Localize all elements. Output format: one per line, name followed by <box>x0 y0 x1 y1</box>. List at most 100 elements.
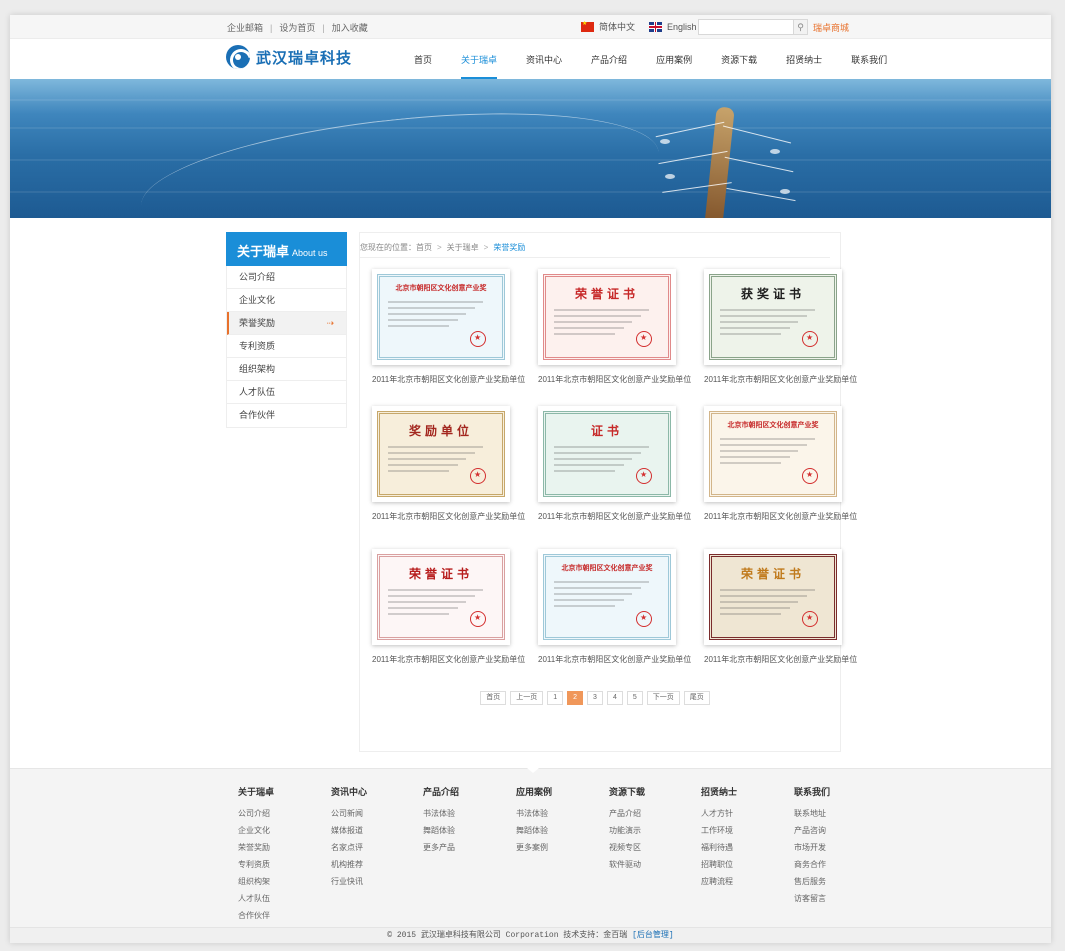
footer-link[interactable]: 商务合作 <box>794 859 830 870</box>
nav-news[interactable]: 资讯中心 <box>526 53 562 66</box>
lang-english[interactable]: English <box>649 21 697 32</box>
certificate-card[interactable]: 荣誉证书 2011年北京市朝阳区文化创意产业奖励单位 <box>538 269 691 385</box>
footer-link[interactable]: 更多产品 <box>423 842 459 853</box>
footer-link[interactable]: 访客留言 <box>794 893 830 904</box>
top-link-mail[interactable]: 企业邮箱 <box>227 21 263 34</box>
footer-link[interactable]: 书法体验 <box>516 808 552 819</box>
sidebar-item-patents[interactable]: 专利资质 <box>227 335 346 358</box>
footer-link[interactable]: 合作伙伴 <box>238 910 274 921</box>
sidebar-item-company-intro[interactable]: 公司介绍 <box>227 266 346 289</box>
footer-link[interactable]: 市场开发 <box>794 842 830 853</box>
certificate-image[interactable]: 荣誉证书 <box>704 549 842 645</box>
footer-link[interactable]: 舞蹈体验 <box>516 825 552 836</box>
certificate-image[interactable]: 北京市朝阳区文化创意产业奖 <box>538 549 676 645</box>
certificate-card[interactable]: 荣誉证书 2011年北京市朝阳区文化创意产业奖励单位 <box>704 549 857 665</box>
certificate-card[interactable]: 奖励单位 2011年北京市朝阳区文化创意产业奖励单位 <box>372 406 525 522</box>
breadcrumb-home[interactable]: 首页 <box>416 242 432 253</box>
page-last[interactable]: 尾页 <box>683 691 710 705</box>
page-1[interactable]: 1 <box>547 691 564 705</box>
certificate-card[interactable]: 北京市朝阳区文化创意产业奖 2011年北京市朝阳区文化创意产业奖励单位 <box>372 269 525 385</box>
footer-link[interactable]: 企业文化 <box>238 825 274 836</box>
certificate-image[interactable]: 荣誉证书 <box>538 269 676 365</box>
footer-column-title[interactable]: 联系我们 <box>794 785 830 798</box>
footer-link[interactable]: 媒体报道 <box>331 825 367 836</box>
certificate-image[interactable]: 证书 <box>538 406 676 502</box>
nav-products[interactable]: 产品介绍 <box>591 53 627 66</box>
footer-link[interactable]: 功能演示 <box>609 825 645 836</box>
footer-column-title[interactable]: 产品介绍 <box>423 785 459 798</box>
mall-link[interactable]: 瑞卓商城 <box>813 21 849 34</box>
certificate-card[interactable]: 荣誉证书 2011年北京市朝阳区文化创意产业奖励单位 <box>372 549 525 665</box>
footer-link[interactable]: 产品介绍 <box>609 808 645 819</box>
page-next[interactable]: 下一页 <box>646 691 680 705</box>
footer-link[interactable]: 人才方针 <box>701 808 737 819</box>
top-link-bookmark[interactable]: 加入收藏 <box>332 21 368 34</box>
footer-link[interactable]: 行业快讯 <box>331 876 367 887</box>
footer-link[interactable]: 联系地址 <box>794 808 830 819</box>
footer-link[interactable]: 书法体验 <box>423 808 459 819</box>
lang-chinese[interactable]: 简体中文 <box>581 20 635 33</box>
certificate-caption[interactable]: 2011年北京市朝阳区文化创意产业奖励单位 <box>538 654 691 665</box>
page-4[interactable]: 4 <box>606 691 623 705</box>
footer-link[interactable]: 软件驱动 <box>609 859 645 870</box>
footer-link[interactable]: 名家点评 <box>331 842 367 853</box>
certificate-caption[interactable]: 2011年北京市朝阳区文化创意产业奖励单位 <box>704 654 857 665</box>
sidebar-item-honors[interactable]: 荣誉奖励 <box>227 312 346 335</box>
footer-link[interactable]: 招聘职位 <box>701 859 737 870</box>
footer-column-title[interactable]: 资源下载 <box>609 785 645 798</box>
certificate-image[interactable]: 荣誉证书 <box>372 549 510 645</box>
footer-link[interactable]: 公司介绍 <box>238 808 274 819</box>
sidebar-item-partners[interactable]: 合作伙伴 <box>227 404 346 427</box>
footer-link[interactable]: 售后服务 <box>794 876 830 887</box>
sidebar-item-organization[interactable]: 组织架构 <box>227 358 346 381</box>
nav-careers[interactable]: 招贤纳士 <box>786 53 822 66</box>
footer-link[interactable]: 人才队伍 <box>238 893 274 904</box>
certificate-caption[interactable]: 2011年北京市朝阳区文化创意产业奖励单位 <box>372 374 525 385</box>
certificate-caption[interactable]: 2011年北京市朝阳区文化创意产业奖励单位 <box>538 374 691 385</box>
certificate-image[interactable]: 北京市朝阳区文化创意产业奖 <box>372 269 510 365</box>
search-button[interactable]: ⚲ <box>794 19 808 35</box>
page-3[interactable]: 3 <box>587 691 603 705</box>
certificate-card[interactable]: 北京市朝阳区文化创意产业奖 2011年北京市朝阳区文化创意产业奖励单位 <box>538 549 691 665</box>
footer-column-title[interactable]: 应用案例 <box>516 785 552 798</box>
nav-downloads[interactable]: 资源下载 <box>721 53 757 66</box>
certificate-caption[interactable]: 2011年北京市朝阳区文化创意产业奖励单位 <box>372 511 525 522</box>
footer-link[interactable]: 更多案例 <box>516 842 552 853</box>
admin-link[interactable]: [后台管理] <box>632 931 674 940</box>
footer-link[interactable]: 视频专区 <box>609 842 645 853</box>
sidebar-item-culture[interactable]: 企业文化 <box>227 289 346 312</box>
footer-link[interactable]: 机构推荐 <box>331 859 367 870</box>
certificate-image[interactable]: 获奖证书 <box>704 269 842 365</box>
footer-link[interactable]: 工作环境 <box>701 825 737 836</box>
logo[interactable]: 武汉瑞卓科技 <box>226 45 352 69</box>
footer-link[interactable]: 福利待遇 <box>701 842 737 853</box>
footer-column-title[interactable]: 招贤纳士 <box>701 785 737 798</box>
certificate-card[interactable]: 北京市朝阳区文化创意产业奖 2011年北京市朝阳区文化创意产业奖励单位 <box>704 406 857 522</box>
certificate-card[interactable]: 获奖证书 2011年北京市朝阳区文化创意产业奖励单位 <box>704 269 857 385</box>
footer-link[interactable]: 专利资质 <box>238 859 274 870</box>
nav-cases[interactable]: 应用案例 <box>656 53 692 66</box>
footer-link[interactable]: 舞蹈体验 <box>423 825 459 836</box>
footer-link[interactable]: 荣誉奖励 <box>238 842 274 853</box>
nav-contact[interactable]: 联系我们 <box>851 53 887 66</box>
nav-home[interactable]: 首页 <box>414 53 432 66</box>
breadcrumb-about[interactable]: 关于瑞卓 <box>447 242 479 253</box>
sidebar-item-talent[interactable]: 人才队伍 <box>227 381 346 404</box>
page-first[interactable]: 首页 <box>480 691 507 705</box>
page-prev[interactable]: 上一页 <box>510 691 544 705</box>
footer-link[interactable]: 产品咨询 <box>794 825 830 836</box>
footer-link[interactable]: 应聘流程 <box>701 876 737 887</box>
page-5[interactable]: 5 <box>626 691 643 705</box>
certificate-image[interactable]: 奖励单位 <box>372 406 510 502</box>
footer-link[interactable]: 组织构架 <box>238 876 274 887</box>
search-input[interactable] <box>698 19 794 35</box>
certificate-caption[interactable]: 2011年北京市朝阳区文化创意产业奖励单位 <box>538 511 691 522</box>
certificate-card[interactable]: 证书 2011年北京市朝阳区文化创意产业奖励单位 <box>538 406 691 522</box>
nav-about[interactable]: 关于瑞卓 <box>461 53 498 79</box>
page-2[interactable]: 2 <box>567 691 584 705</box>
footer-link[interactable]: 公司新闻 <box>331 808 367 819</box>
footer-column-title[interactable]: 资讯中心 <box>331 785 367 798</box>
certificate-caption[interactable]: 2011年北京市朝阳区文化创意产业奖励单位 <box>704 511 857 522</box>
certificate-caption[interactable]: 2011年北京市朝阳区文化创意产业奖励单位 <box>372 654 525 665</box>
certificate-caption[interactable]: 2011年北京市朝阳区文化创意产业奖励单位 <box>704 374 857 385</box>
